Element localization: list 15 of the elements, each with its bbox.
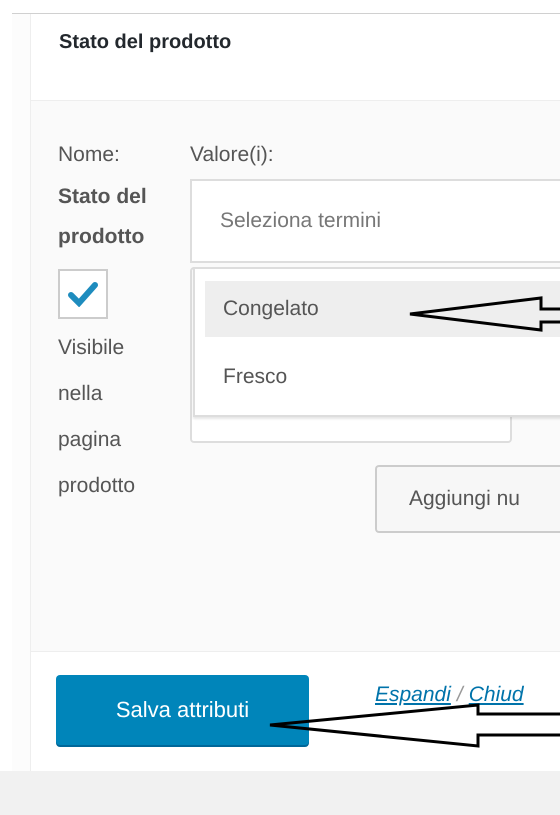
values-label: Valore(i): [190,142,275,168]
dropdown-option[interactable]: Congelato [205,281,560,337]
panel-title: Stato del prodotto [59,30,232,54]
visible-checkbox[interactable] [58,269,108,319]
visible-label: Visibile nella pagina prodotto [58,335,136,499]
terms-select[interactable]: Seleziona termini [190,179,560,263]
attribute-name: Stato del prodotto [58,184,148,250]
link-separator: / [456,683,463,707]
collapse-link[interactable]: Chiud [468,683,524,707]
name-label: Nome: [58,142,121,168]
add-button[interactable]: Aggiungi nu [375,465,560,533]
save-button[interactable]: Salva attributi [56,675,309,745]
dropdown-option[interactable]: Fresco [205,349,560,405]
expand-link[interactable]: Espandi [375,683,451,707]
checkmark-icon [68,281,98,307]
